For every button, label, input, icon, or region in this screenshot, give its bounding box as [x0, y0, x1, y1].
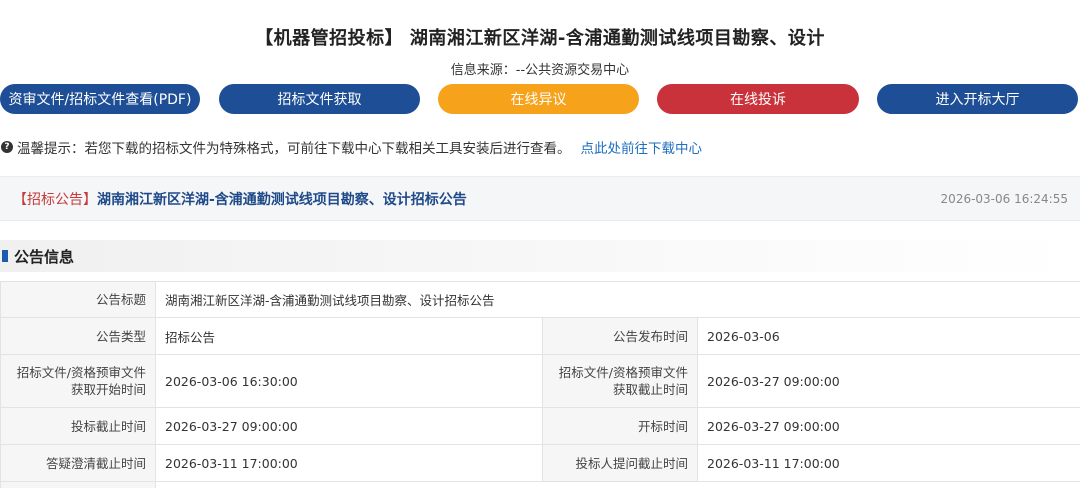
label-announcement-title: 公告标题: [0, 281, 156, 318]
table-row: [0, 481, 1080, 488]
announcement-time: 2026-03-06 16:24:55: [940, 191, 1068, 206]
value-announcement-type: 招标公告: [155, 317, 543, 355]
label-bid-opening-time: 开标时间: [542, 407, 698, 445]
label-announcement-type: 公告类型: [0, 317, 156, 355]
question-circle-icon: ?: [1, 141, 13, 153]
value-bid-deadline: 2026-03-27 09:00:00: [155, 407, 543, 445]
label-question-deadline: 投标人提问截止时间: [542, 444, 698, 482]
section-header: 公告信息: [0, 240, 1080, 272]
online-objection-button[interactable]: 在线异议: [438, 84, 639, 114]
value-doc-start-time: 2026-03-06 16:30:00: [155, 354, 543, 408]
get-bid-docs-button[interactable]: 招标文件获取: [219, 84, 420, 114]
enter-bid-hall-button[interactable]: 进入开标大厅: [877, 84, 1078, 114]
value-doc-end-time: 2026-03-27 09:00:00: [697, 354, 1080, 408]
table-row: 投标截止时间 2026-03-27 09:00:00 开标时间 2026-03-…: [0, 407, 1080, 445]
label-line: 获取截止时间: [612, 382, 688, 397]
label-doc-end-time: 招标文件/资格预审文件 获取截止时间: [542, 354, 698, 408]
online-complaint-button[interactable]: 在线投诉: [657, 84, 859, 114]
page-title: 【机器管招投标】 湖南湘江新区洋湖-含浦通勤测试线项目勘察、设计: [255, 28, 825, 49]
announcement-tag: 【招标公告】: [13, 191, 97, 208]
announcement-title[interactable]: 湖南湘江新区洋湖-含浦通勤测试线项目勘察、设计招标公告: [97, 189, 467, 209]
announcement-bar: 【招标公告】 湖南湘江新区洋湖-含浦通勤测试线项目勘察、设计招标公告 2026-…: [0, 176, 1080, 221]
info-source: 信息来源：--公共资源交易中心: [450, 63, 630, 78]
value-clarification-deadline: 2026-03-11 17:00:00: [155, 444, 543, 482]
section-title: 公告信息: [14, 247, 75, 266]
label-line: 招标文件/资格预审文件: [558, 365, 688, 380]
label-publish-time: 公告发布时间: [542, 317, 698, 355]
value-cell-partial: [155, 481, 1080, 488]
value-publish-time: 2026-03-06: [697, 317, 1080, 355]
section-marker: [2, 250, 8, 262]
tip-text: 温馨提示：若您下载的招标文件为特殊格式，可前往下载中心下载相关工具安装后进行查看…: [17, 141, 571, 157]
table-row: 公告类型 招标公告 公告发布时间 2026-03-06: [0, 317, 1080, 355]
value-bid-opening-time: 2026-03-27 09:00:00: [697, 407, 1080, 445]
announcement-info-table: 公告标题 湖南湘江新区洋湖-含浦通勤测试线项目勘察、设计招标公告 公告类型 招标…: [0, 281, 1080, 488]
table-row: 答疑澄清截止时间 2026-03-11 17:00:00 投标人提问截止时间 2…: [0, 444, 1080, 482]
label-bid-deadline: 投标截止时间: [0, 407, 156, 445]
label-doc-start-time: 招标文件/资格预审文件 获取开始时间: [0, 354, 156, 408]
prequal-doc-view-button[interactable]: 资审文件/招标文件查看(PDF): [0, 84, 200, 114]
label-clarification-deadline: 答疑澄清截止时间: [0, 444, 156, 482]
value-announcement-title: 湖南湘江新区洋湖-含浦通勤测试线项目勘察、设计招标公告: [155, 281, 1080, 318]
value-question-deadline: 2026-03-11 17:00:00: [697, 444, 1080, 482]
label-line: 招标文件/资格预审文件: [16, 365, 146, 380]
download-center-link[interactable]: 点此处前往下载中心: [581, 137, 703, 157]
label-cell-partial: [0, 481, 156, 488]
table-row: 招标文件/资格预审文件 获取开始时间 2026-03-06 16:30:00 招…: [0, 354, 1080, 408]
label-line: 获取开始时间: [70, 382, 146, 397]
download-tip: ? 温馨提示：若您下载的招标文件为特殊格式，可前往下载中心下载相关工具安装后进行…: [0, 137, 1080, 157]
table-row: 公告标题 湖南湘江新区洋湖-含浦通勤测试线项目勘察、设计招标公告: [0, 281, 1080, 318]
